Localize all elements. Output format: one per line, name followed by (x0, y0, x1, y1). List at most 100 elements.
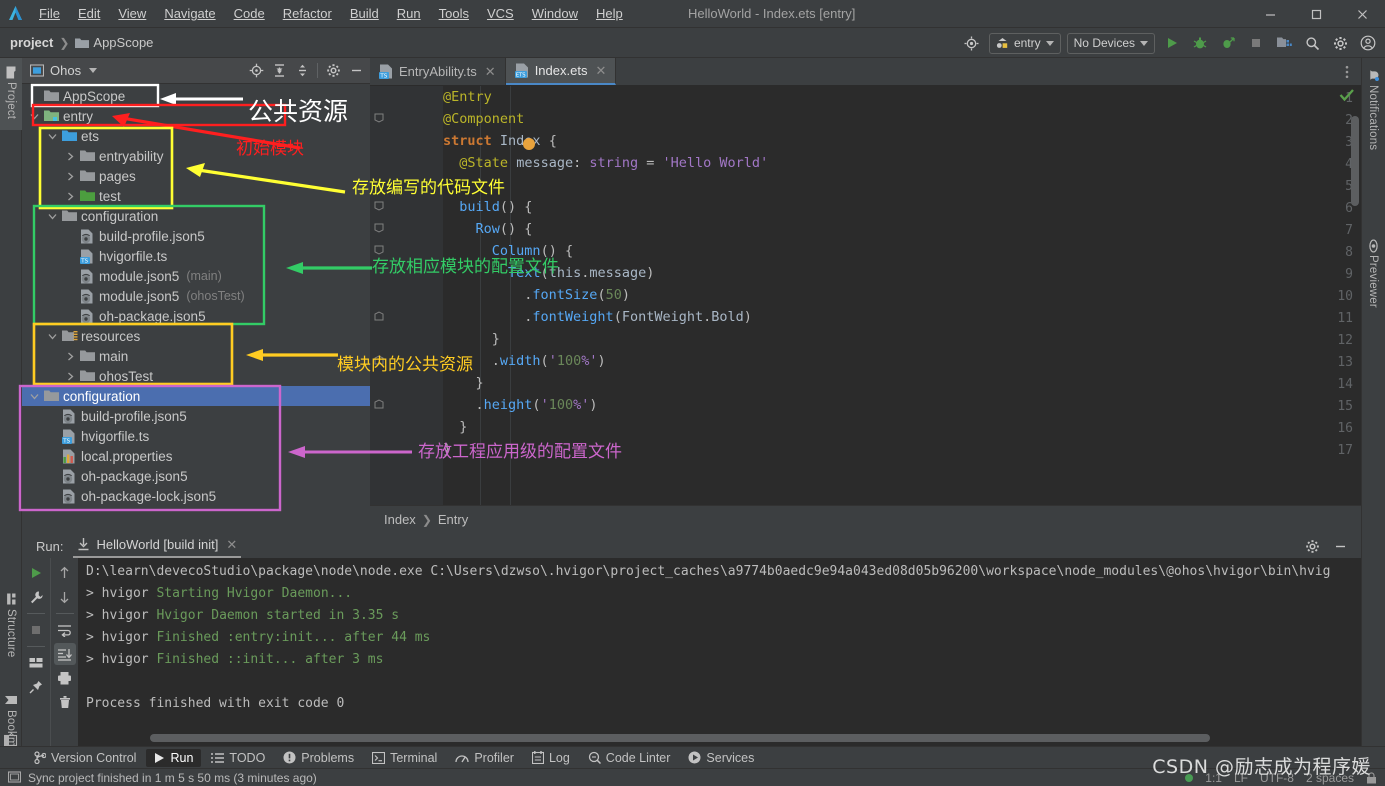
debug-icon[interactable] (1189, 32, 1211, 54)
chevron-down-icon[interactable] (48, 132, 62, 141)
fold-marker[interactable] (374, 113, 384, 123)
tree-item-local-properties[interactable]: local.properties (22, 446, 370, 466)
scroll-down-icon[interactable] (54, 586, 76, 608)
tool-window-code-linter[interactable]: Code Linter (580, 749, 679, 767)
tree-item-build-profile-json5[interactable]: build-profile.json5 (22, 406, 370, 426)
print-icon[interactable] (54, 667, 76, 689)
fold-marker[interactable] (374, 311, 384, 321)
chevron-right-icon[interactable] (66, 372, 80, 381)
menu-bar[interactable]: File Edit View Navigate Code Refactor Bu… (30, 3, 632, 24)
fold-marker[interactable] (374, 223, 384, 233)
breadcrumb-entry[interactable]: Entry (438, 512, 468, 527)
tree-item-oh-package-json5[interactable]: oh-package.json5 (22, 466, 370, 486)
menu-file[interactable]: File (30, 3, 69, 24)
tree-item-appscope[interactable]: AppScope (22, 86, 370, 106)
tree-item-ets[interactable]: ets (22, 126, 370, 146)
sidebar-item-structure[interactable]: Structure (0, 583, 22, 668)
clear-all-icon[interactable] (54, 691, 76, 713)
fold-marker[interactable] (374, 355, 384, 365)
chevron-right-icon[interactable] (66, 172, 80, 181)
inspection-status-icon[interactable] (1339, 88, 1355, 102)
project-view-title[interactable]: Ohos (50, 63, 81, 78)
collapse-all-icon[interactable] (292, 61, 312, 81)
target-icon[interactable] (961, 32, 983, 54)
rerun-icon[interactable] (25, 562, 47, 584)
expand-all-icon[interactable] (269, 61, 289, 81)
tool-window-todo[interactable]: TODO (203, 749, 273, 767)
close-icon[interactable]: ✕ (595, 63, 606, 79)
chevron-right-icon[interactable] (66, 152, 80, 161)
tool-window-problems[interactable]: Problems (275, 749, 362, 767)
menu-build[interactable]: Build (341, 3, 388, 24)
tree-item-entry[interactable]: entry (22, 106, 370, 126)
scroll-up-icon[interactable] (54, 562, 76, 584)
tree-item-main[interactable]: main (22, 346, 370, 366)
menu-code[interactable]: Code (225, 3, 274, 24)
profile-icon[interactable] (1217, 32, 1239, 54)
tab-entryability-ts[interactable]: TS EntryAbility.ts ✕ (370, 58, 506, 85)
tool-window-terminal[interactable]: Terminal (364, 749, 445, 767)
settings-icon[interactable] (1329, 32, 1351, 54)
run-configuration-selector[interactable]: entry (988, 32, 1061, 54)
live-template-marker-icon[interactable] (523, 138, 535, 150)
chevron-down-icon[interactable] (48, 212, 62, 221)
tree-item-module-json5[interactable]: module.json5 (main) (22, 266, 370, 286)
scroll-to-end-icon[interactable] (53, 643, 76, 665)
fold-gutter[interactable] (425, 86, 443, 533)
sidebar-item-project[interactable]: Project (0, 58, 22, 131)
close-button[interactable] (1339, 0, 1385, 28)
tree-item-module-json5[interactable]: module.json5 (ohosTest) (22, 286, 370, 306)
breadcrumb-project[interactable]: project (10, 35, 53, 50)
tool-window-version-control[interactable]: Version Control (26, 749, 144, 767)
editor-scrollbar[interactable] (1351, 116, 1359, 206)
editor-tab-actions[interactable] (1339, 58, 1361, 85)
breadcrumb-index[interactable]: Index (384, 512, 416, 527)
locate-icon[interactable] (246, 61, 266, 81)
run-tab[interactable]: HelloWorld [build init] ✕ (73, 535, 242, 558)
device-selector[interactable]: No Devices (1066, 32, 1155, 54)
menu-help[interactable]: Help (587, 3, 632, 24)
menu-refactor[interactable]: Refactor (274, 3, 341, 24)
tree-item-ohostest[interactable]: ohosTest (22, 366, 370, 386)
menu-edit[interactable]: Edit (69, 3, 109, 24)
device-manager-icon[interactable] (1273, 32, 1295, 54)
tree-item-resources[interactable]: resources (22, 326, 370, 346)
tree-item-test[interactable]: test (22, 186, 370, 206)
stop-icon[interactable] (25, 619, 47, 641)
menu-vcs[interactable]: VCS (478, 3, 523, 24)
account-icon[interactable] (1357, 32, 1379, 54)
chevron-right-icon[interactable] (66, 352, 80, 361)
chevron-down-icon[interactable] (30, 392, 44, 401)
menu-navigate[interactable]: Navigate (155, 3, 224, 24)
search-icon[interactable] (1301, 32, 1323, 54)
tool-window-profiler[interactable]: Profiler (447, 749, 522, 767)
layout-icon[interactable] (25, 652, 47, 674)
menu-run[interactable]: Run (388, 3, 430, 24)
console-horizontal-scrollbar[interactable] (150, 734, 1210, 742)
breadcrumb-appscope[interactable]: AppScope (93, 35, 153, 50)
menu-view[interactable]: View (109, 3, 155, 24)
minimize-button[interactable] (1247, 0, 1293, 28)
tree-item-oh-package-json5[interactable]: oh-package.json5 (22, 306, 370, 326)
project-tree[interactable]: AppScope entry ets entryability pages test con… (22, 84, 370, 533)
window-controls[interactable] (1247, 0, 1385, 28)
hide-panel-icon[interactable] (346, 61, 366, 81)
settings-icon[interactable] (323, 61, 343, 81)
chevron-down-icon[interactable] (30, 112, 44, 121)
soft-wrap-icon[interactable] (54, 619, 76, 641)
tree-item-configuration[interactable]: configuration (22, 206, 370, 226)
tool-window-services[interactable]: Services (680, 749, 762, 767)
tree-item-pages[interactable]: pages (22, 166, 370, 186)
fold-marker[interactable] (374, 201, 384, 211)
run-icon[interactable] (1161, 32, 1183, 54)
settings-wrench-icon[interactable] (25, 586, 47, 608)
chevron-down-icon[interactable] (48, 332, 62, 341)
tree-item-hvigorfile-ts[interactable]: TS hvigorfile.ts (22, 246, 370, 266)
chevron-right-icon[interactable] (66, 192, 80, 201)
tab-index-ets[interactable]: ETS Index.ets ✕ (505, 58, 617, 85)
tree-item-entryability[interactable]: entryability (22, 146, 370, 166)
run-console-output[interactable]: Process finished with exit code 0 > hvigo… (78, 558, 1361, 746)
settings-icon[interactable] (1301, 535, 1323, 557)
tool-window-log[interactable]: Log (524, 749, 578, 767)
close-icon[interactable]: ✕ (485, 64, 496, 80)
